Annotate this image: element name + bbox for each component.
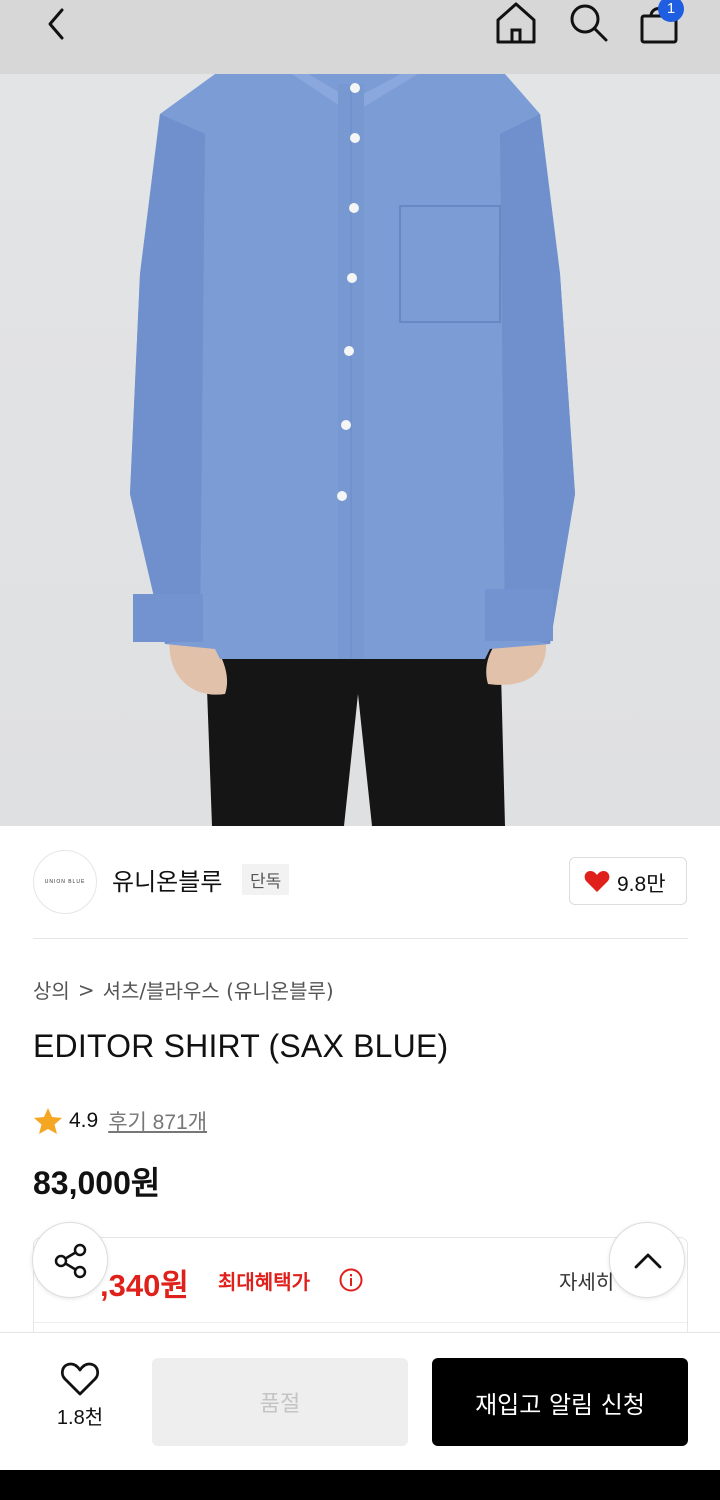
breadcrumb-subcategory[interactable]: 셔츠/블라우스 (유니온블루) (103, 975, 334, 1004)
reviews-link[interactable]: 후기 871개 (108, 1106, 207, 1136)
product-image[interactable] (0, 74, 720, 826)
system-nav-bar (0, 1470, 720, 1500)
rating-score: 4.9 (69, 1109, 99, 1132)
product-title: EDITOR SHIRT (SAX BLUE) (33, 1028, 449, 1064)
restock-alert-button[interactable]: 재입고 알림 신청 (432, 1358, 688, 1446)
heart-filled-icon (584, 869, 610, 893)
wishlist-count: 1.8천 (56, 1407, 104, 1429)
exclusive-badge: 단독 (242, 864, 290, 895)
brand-like-count: 9.8만 (617, 873, 666, 896)
wishlist-button[interactable]: 1.8천 (40, 1361, 120, 1430)
breadcrumb: 상의 > 셔츠/블라우스 (유니온블루) (33, 975, 334, 1004)
brand-logo-text: UNION BLUE (44, 879, 86, 885)
benefit-price: ,340원 (100, 1268, 189, 1303)
brand-name[interactable]: 유니온블루 (112, 862, 222, 897)
heart-outline-icon (60, 1362, 100, 1396)
product-price: 83,000원 (33, 1165, 161, 1201)
bottom-action-bar: 1.8천 품절 재입고 알림 신청 (0, 1332, 720, 1471)
breadcrumb-separator: > (77, 977, 95, 1002)
scroll-top-button[interactable] (609, 1222, 685, 1298)
chevron-up-icon (634, 1253, 662, 1269)
home-icon[interactable] (494, 0, 538, 44)
breadcrumb-category[interactable]: 상의 (33, 975, 70, 1004)
search-icon[interactable] (566, 0, 610, 44)
brand-logo[interactable]: UNION BLUE (33, 850, 97, 914)
max-benefit-card[interactable]: ,340원 최대혜택가 자세히 (33, 1237, 688, 1347)
benefit-detail-link[interactable]: 자세히 (559, 1266, 614, 1295)
info-icon[interactable] (339, 1268, 363, 1292)
divider (34, 1322, 687, 1323)
brand-like-button[interactable]: 9.8만 (569, 857, 687, 905)
share-icon (54, 1243, 87, 1279)
star-icon (34, 1108, 62, 1134)
product-rating: 4.9 후기 871개 (33, 1106, 207, 1136)
soldout-button: 품절 (152, 1358, 408, 1446)
top-bar: 1 (0, 0, 720, 74)
share-button[interactable] (32, 1222, 108, 1298)
benefit-label: 최대혜택가 (218, 1270, 310, 1294)
divider (33, 938, 688, 939)
back-arrow-icon[interactable] (40, 2, 76, 46)
